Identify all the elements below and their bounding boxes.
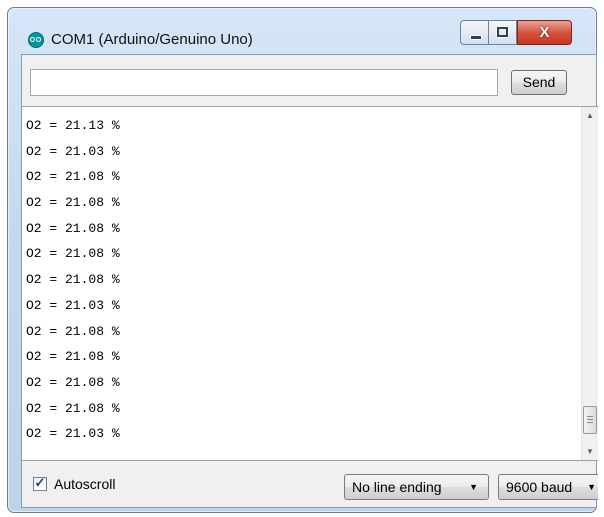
close-button[interactable]: X bbox=[517, 20, 572, 45]
scroll-down-arrow-icon[interactable]: ▼ bbox=[582, 443, 598, 460]
chevron-down-icon: ▼ bbox=[469, 482, 478, 492]
minimize-button[interactable] bbox=[460, 20, 489, 45]
vertical-scrollbar[interactable]: ▲ ▼ bbox=[581, 107, 598, 460]
scroll-up-arrow-icon[interactable]: ▲ bbox=[582, 107, 598, 124]
title-bar[interactable]: COM1 (Arduino/Genuino Uno) X bbox=[8, 8, 596, 50]
serial-output-line: O2 = 21.08 % bbox=[26, 220, 120, 236]
serial-output-line: O2 = 21.08 % bbox=[26, 323, 120, 339]
line-ending-dropdown[interactable]: No line ending ▼ bbox=[344, 474, 489, 500]
arduino-icon bbox=[28, 32, 44, 48]
scroll-thumb[interactable] bbox=[583, 406, 597, 434]
grip-line-icon bbox=[587, 422, 593, 423]
serial-output-line: O2 = 21.08 % bbox=[26, 400, 120, 416]
serial-output-line: O2 = 21.08 % bbox=[26, 374, 120, 390]
maximize-button[interactable] bbox=[489, 20, 517, 45]
autoscroll-label: Autoscroll bbox=[54, 476, 116, 492]
grip-line-icon bbox=[587, 416, 593, 417]
serial-output-area[interactable]: O2 = 21.13 % O2 = 21.03 % O2 = 21.08 % O2 =… bbox=[22, 106, 598, 461]
grip-line-icon bbox=[587, 419, 593, 420]
send-bar: Send bbox=[22, 55, 596, 107]
send-button[interactable]: Send bbox=[511, 70, 567, 95]
window-title: COM1 (Arduino/Genuino Uno) bbox=[51, 31, 253, 48]
close-icon: X bbox=[539, 24, 550, 41]
send-input[interactable] bbox=[30, 69, 498, 96]
line-ending-value: No line ending bbox=[352, 479, 442, 495]
serial-output-line: O2 = 21.08 % bbox=[26, 246, 120, 262]
serial-output-line: O2 = 21.08 % bbox=[26, 169, 120, 185]
checkmark-icon: ✓ bbox=[34, 475, 46, 490]
serial-output-line: O2 = 21.08 % bbox=[26, 349, 120, 365]
minimize-icon bbox=[470, 35, 482, 40]
status-bar: ✓ Autoscroll No line ending ▼ 9600 baud … bbox=[22, 461, 598, 507]
baud-rate-dropdown[interactable]: 9600 baud ▼ bbox=[498, 474, 598, 500]
serial-output-line: O2 = 21.08 % bbox=[26, 195, 120, 211]
serial-output-line: O2 = 21.03 % bbox=[26, 143, 120, 159]
maximize-icon bbox=[497, 27, 508, 37]
serial-output-lines: O2 = 21.13 % O2 = 21.03 % O2 = 21.08 % O2 =… bbox=[26, 113, 571, 447]
serial-output-line: O2 = 21.13 % bbox=[26, 118, 120, 133]
serial-monitor-panel: Send O2 = 21.13 % O2 = 21.03 % O2 = 21.08 … bbox=[21, 54, 598, 508]
baud-rate-value: 9600 baud bbox=[506, 479, 573, 495]
chevron-down-icon: ▼ bbox=[587, 482, 596, 492]
serial-output-line: O2 = 21.08 % bbox=[26, 272, 120, 288]
serial-output-line: O2 = 21.03 % bbox=[26, 426, 120, 442]
autoscroll-checkbox[interactable]: ✓ bbox=[33, 475, 47, 491]
serial-output-line: O2 = 21.03 % bbox=[26, 297, 120, 313]
serial-monitor-window: COM1 (Arduino/Genuino Uno) X Send O2 = 2… bbox=[7, 7, 598, 513]
